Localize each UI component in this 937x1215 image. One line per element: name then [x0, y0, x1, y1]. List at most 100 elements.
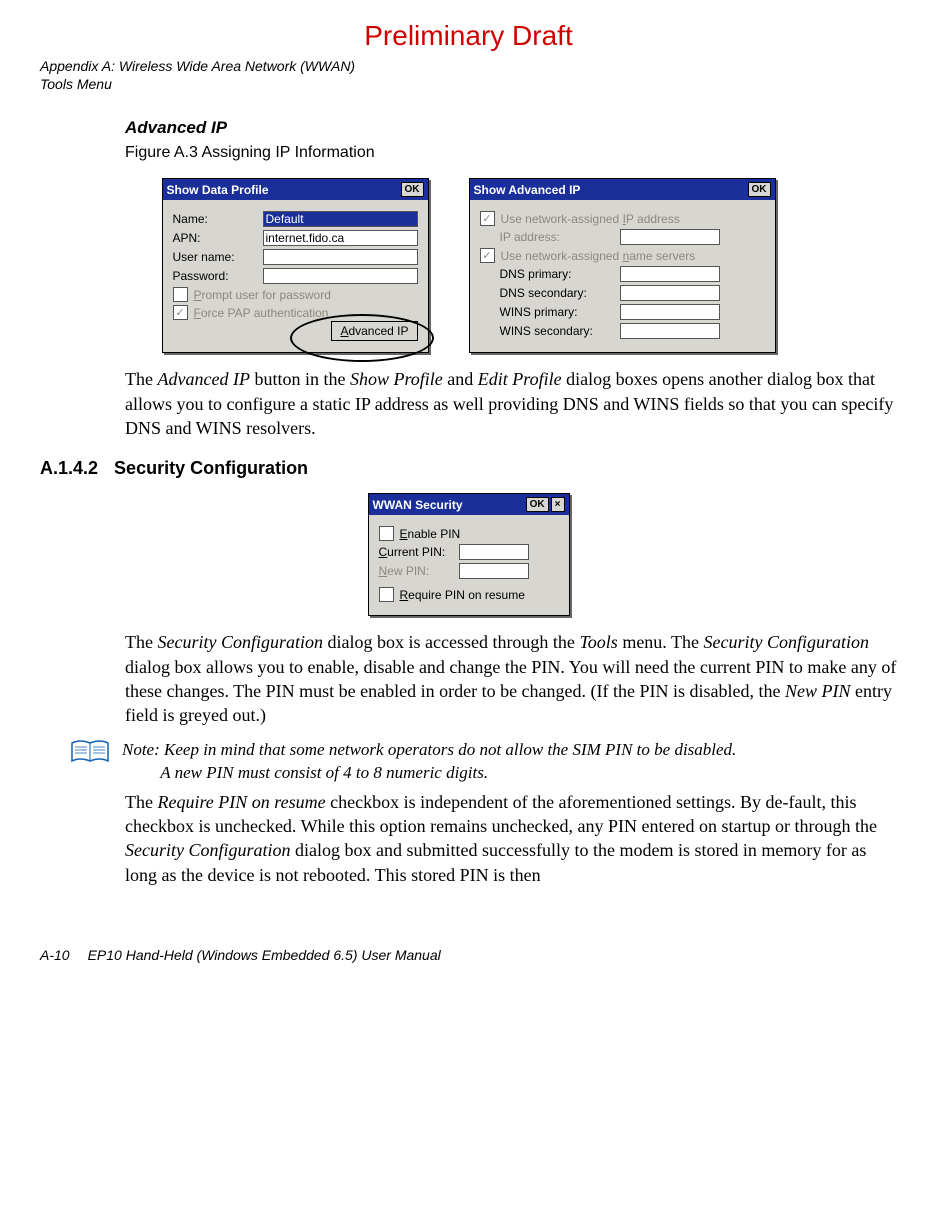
checkbox-icon — [173, 287, 188, 302]
advanced-ip-button[interactable]: Advanced IP — [331, 321, 417, 341]
note-block: Note: Keep in mind that some network ope… — [70, 739, 877, 783]
label-current-pin: Current PIN: — [379, 545, 459, 559]
row-new-pin: New PIN: — [379, 563, 559, 579]
section-heading-security: A.1.4.2 Security Configuration — [40, 458, 897, 479]
label-pass: Password: — [173, 269, 263, 283]
i: Require PIN on resume — [157, 792, 325, 812]
t: Use network-assigned — [501, 212, 623, 226]
input-apn[interactable]: internet.fido.ca — [263, 230, 418, 246]
i: Edit Profile — [478, 369, 562, 389]
checkbox-icon — [379, 526, 394, 541]
checkbox-use-assigned-ns[interactable]: ✓ Use network-assigned name servers — [480, 248, 765, 263]
label-dns1: DNS primary: — [500, 267, 620, 281]
checkbox-icon: ✓ — [480, 248, 495, 263]
titlebar-wwan-security: WWAN Security OK × — [369, 494, 569, 515]
checkbox-use-assigned-ip[interactable]: ✓ Use network-assigned IP address — [480, 211, 765, 226]
input-dns1[interactable] — [620, 266, 720, 282]
title-text: WWAN Security — [373, 498, 463, 512]
preliminary-draft-watermark: Preliminary Draft — [40, 20, 897, 52]
input-name[interactable]: Default — [263, 211, 418, 227]
t2: ame servers — [629, 249, 695, 263]
label-name: Name: — [173, 212, 263, 226]
input-wins1[interactable] — [620, 304, 720, 320]
section-number: A.1.4.2 — [40, 458, 98, 478]
label-user: User name: — [173, 250, 263, 264]
t: The — [125, 632, 157, 652]
titlebar-show-advanced-ip: Show Advanced IP OK — [470, 179, 775, 200]
t: and — [443, 369, 478, 389]
row-current-pin: Current PIN: — [379, 544, 559, 560]
header-line1: Appendix A: Wireless Wide Area Network (… — [40, 57, 897, 75]
checkbox-require-pin-resume[interactable]: Require PIN on resume — [379, 587, 559, 602]
t: dvanced IP — [348, 324, 408, 338]
note-body: Keep in mind that some network operators… — [122, 740, 736, 781]
input-ip[interactable] — [620, 229, 720, 245]
input-dns2[interactable] — [620, 285, 720, 301]
dialog-show-advanced-ip: Show Advanced IP OK ✓ Use network-assign… — [469, 178, 776, 353]
u: N — [379, 564, 388, 578]
label-new-pin: New PIN: — [379, 564, 459, 578]
security-paragraph-1: The Security Configuration dialog box is… — [125, 630, 897, 727]
page-number: A-10 — [40, 947, 70, 963]
row-dns1: DNS primary: — [500, 266, 765, 282]
checkbox-enable-pin[interactable]: Enable PIN — [379, 526, 559, 541]
row-apn: APN: internet.fido.ca — [173, 230, 418, 246]
row-pass: Password: — [173, 268, 418, 284]
t: equire PIN on resume — [408, 588, 525, 602]
row-wins1: WINS primary: — [500, 304, 765, 320]
t2: P address — [626, 212, 680, 226]
titlebar-show-data-profile: Show Data Profile OK — [163, 179, 428, 200]
i: Security Configuration — [125, 840, 291, 860]
note-label: Note: — [122, 740, 160, 759]
t: nable PIN — [408, 527, 461, 541]
row-dns2: DNS secondary: — [500, 285, 765, 301]
input-new-pin[interactable] — [459, 563, 529, 579]
i: Security Configuration — [703, 632, 869, 652]
label-dns2: DNS secondary: — [500, 286, 620, 300]
label-apn: APN: — [173, 231, 263, 245]
i: New PIN — [785, 681, 851, 701]
t: The — [125, 792, 157, 812]
ok-button[interactable]: OK — [748, 182, 771, 197]
i: Security Configuration — [157, 632, 323, 652]
t: menu. The — [618, 632, 704, 652]
ok-button[interactable]: OK — [401, 182, 424, 197]
i: Tools — [579, 632, 617, 652]
checkbox-icon: ✓ — [480, 211, 495, 226]
note-text: Note: Keep in mind that some network ope… — [122, 739, 736, 783]
t: urrent PIN: — [387, 545, 445, 559]
dialog-show-data-profile: Show Data Profile OK Name: Default APN: … — [162, 178, 429, 353]
t: dialog box is accessed through the — [323, 632, 579, 652]
checkbox-icon — [379, 587, 394, 602]
title-text: Show Advanced IP — [474, 183, 581, 197]
u: F — [194, 306, 201, 320]
page-footer: A-10EP10 Hand-Held (Windows Embedded 6.5… — [40, 947, 897, 963]
row-ip-address: IP address: — [500, 229, 765, 245]
row-name: Name: Default — [173, 211, 418, 227]
t: The — [125, 369, 157, 389]
checkbox-force-pap[interactable]: ✓ Force PAP authentication — [173, 305, 418, 320]
t: Use network-assigned — [501, 249, 623, 263]
u: P — [194, 288, 202, 302]
page-header: Appendix A: Wireless Wide Area Network (… — [40, 57, 897, 93]
u: E — [400, 527, 408, 541]
checkbox-prompt-password[interactable]: Prompt user for password — [173, 287, 418, 302]
i: Advanced IP — [157, 369, 249, 389]
input-pass[interactable] — [263, 268, 418, 284]
input-user[interactable] — [263, 249, 418, 265]
figure-a3: Show Data Profile OK Name: Default APN: … — [40, 178, 897, 353]
t: button in the — [250, 369, 350, 389]
advanced-ip-paragraph: The Advanced IP button in the Show Profi… — [125, 367, 897, 440]
close-button[interactable]: × — [551, 497, 565, 512]
input-wins2[interactable] — [620, 323, 720, 339]
section-title: Security Configuration — [114, 458, 308, 478]
title-text: Show Data Profile — [167, 183, 269, 197]
t: rompt user for password — [202, 288, 331, 302]
row-user: User name: — [173, 249, 418, 265]
book-icon — [70, 739, 110, 765]
ok-button[interactable]: OK — [526, 497, 549, 512]
label-ip: IP address: — [500, 230, 620, 244]
label-wins1: WINS primary: — [500, 305, 620, 319]
figure-caption: Figure A.3 Assigning IP Information — [125, 144, 897, 162]
input-current-pin[interactable] — [459, 544, 529, 560]
